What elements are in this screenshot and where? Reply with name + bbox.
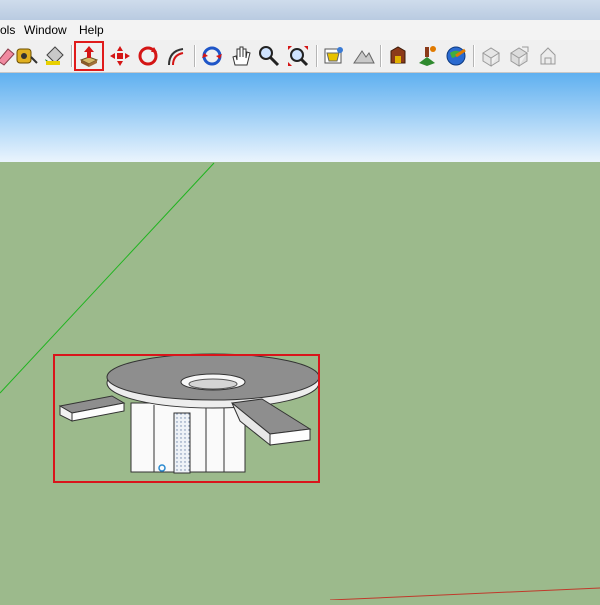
toolbar-separator bbox=[380, 45, 381, 67]
paint-bucket-icon[interactable] bbox=[41, 43, 67, 69]
toolbar-separator bbox=[316, 45, 317, 67]
zoom-icon[interactable] bbox=[256, 43, 282, 69]
component-2-icon[interactable] bbox=[506, 43, 532, 69]
add-location-icon[interactable] bbox=[321, 43, 347, 69]
selection-highlight bbox=[53, 354, 320, 483]
sky bbox=[0, 73, 600, 162]
terrain-icon[interactable] bbox=[351, 43, 377, 69]
menu-bar: ols Window Help bbox=[0, 20, 600, 40]
tape-measure-icon[interactable] bbox=[13, 43, 39, 69]
place-model-icon[interactable] bbox=[414, 43, 440, 69]
pan-icon[interactable] bbox=[228, 43, 254, 69]
move-icon[interactable] bbox=[107, 43, 133, 69]
window-titlebar bbox=[0, 0, 600, 20]
rotate-icon[interactable] bbox=[135, 43, 161, 69]
toolbar-separator bbox=[473, 45, 474, 67]
orbit-icon[interactable] bbox=[199, 43, 225, 69]
toolbar-separator bbox=[71, 45, 72, 67]
zoom-extents-icon[interactable] bbox=[285, 43, 311, 69]
component-3-icon[interactable] bbox=[535, 43, 561, 69]
menu-window[interactable]: Window bbox=[24, 23, 67, 37]
push-pull-highlight bbox=[74, 41, 104, 71]
get-models-icon[interactable] bbox=[385, 43, 411, 69]
menu-help[interactable]: Help bbox=[79, 23, 104, 37]
toolbar-separator bbox=[194, 45, 195, 67]
menu-tools[interactable]: ols bbox=[0, 23, 15, 37]
scene-canvas[interactable] bbox=[0, 73, 600, 601]
offset-icon[interactable] bbox=[163, 43, 189, 69]
google-earth-icon[interactable] bbox=[443, 43, 469, 69]
component-1-icon[interactable] bbox=[478, 43, 504, 69]
drawing-viewport[interactable] bbox=[0, 73, 600, 601]
